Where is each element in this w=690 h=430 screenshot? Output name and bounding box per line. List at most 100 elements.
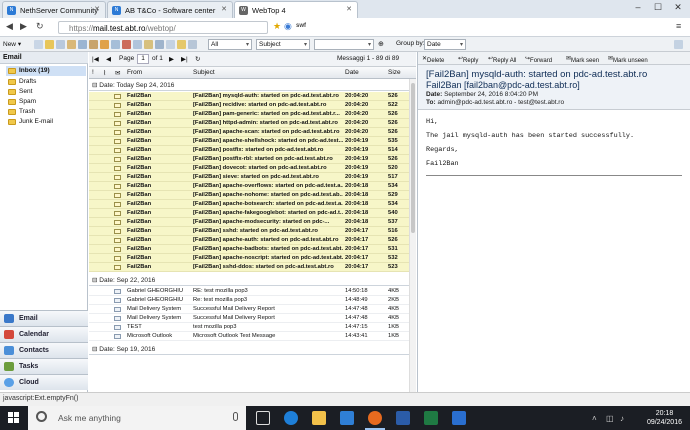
delete-icon[interactable]: [122, 40, 131, 49]
group-collapse-icon[interactable]: ⊟: [92, 346, 97, 353]
layout-icon[interactable]: [674, 40, 683, 49]
store-icon[interactable]: [340, 411, 354, 425]
group-by-select[interactable]: Date: [424, 39, 466, 50]
move-icon[interactable]: [67, 40, 76, 49]
group-header[interactable]: ⊟ Date: Sep 19, 2016: [89, 345, 416, 355]
priority-col-icon[interactable]: !: [92, 69, 94, 76]
table-row[interactable]: Fail2Ban [Fail2Ban] apache-shellshock: st…: [89, 137, 416, 146]
tab-close-icon[interactable]: ✕: [346, 5, 352, 13]
taskbar-search-input[interactable]: Ask me anything: [28, 406, 246, 430]
spam-icon[interactable]: [133, 40, 142, 49]
table-row[interactable]: Fail2Ban [Fail2Ban] apache-nohome: starte…: [89, 191, 416, 200]
star-icon[interactable]: [177, 40, 186, 49]
bookmark-star-icon[interactable]: ★: [273, 21, 281, 32]
file-explorer-icon[interactable]: [312, 411, 326, 425]
grid-scrollbar-thumb[interactable]: [411, 83, 415, 233]
close-window-icon[interactable]: ✕: [668, 2, 688, 13]
flag-icon[interactable]: [100, 40, 109, 49]
table-row[interactable]: Mail Delivery System Successful Mail Deli…: [89, 314, 416, 323]
task-view-icon[interactable]: [256, 411, 270, 425]
flash-extension-icon[interactable]: swf: [296, 23, 306, 29]
excel-icon[interactable]: [424, 411, 438, 425]
col-date[interactable]: Date: [345, 69, 359, 76]
group-header[interactable]: ⊟ Date: Sep 22, 2016: [89, 276, 416, 286]
first-page-icon[interactable]: |◀: [92, 55, 99, 63]
attachment-col-icon[interactable]: ⌇: [103, 69, 106, 77]
table-row[interactable]: Fail2Ban [Fail2Ban] apache-noscript: star…: [89, 254, 416, 263]
nav-cloud-button[interactable]: Cloud: [0, 374, 88, 390]
filter-all-select[interactable]: All: [208, 39, 252, 50]
new-button[interactable]: New ▾: [3, 40, 21, 48]
print-icon[interactable]: [56, 40, 65, 49]
table-row[interactable]: Mail Delivery System Successful Mail Deli…: [89, 305, 416, 314]
table-row[interactable]: Fail2Ban [Fail2Ban] apache-badbots: start…: [89, 245, 416, 254]
nav-tasks-button[interactable]: Tasks: [0, 358, 88, 374]
outlook-icon[interactable]: [452, 411, 466, 425]
volume-icon[interactable]: ♪: [620, 414, 624, 423]
delete-button[interactable]: ✕ Delete: [422, 55, 444, 64]
archive-icon[interactable]: [89, 40, 98, 49]
browser-tab-2[interactable]: W WebTop 4 ✕: [234, 1, 358, 18]
network-icon[interactable]: ◫: [606, 414, 614, 423]
taskbar-clock[interactable]: 20:18 09/24/2016: [647, 409, 682, 427]
folder-sent[interactable]: Sent: [6, 87, 86, 97]
table-row[interactable]: Fail2Ban [Fail2Ban] postfix: started on p…: [89, 146, 416, 155]
back-icon[interactable]: ◀: [6, 21, 13, 32]
shield-icon[interactable]: ◉: [284, 21, 292, 32]
microphone-icon[interactable]: [233, 412, 238, 421]
table-row[interactable]: Fail2Ban [Fail2Ban] httpd-admin: started …: [89, 119, 416, 128]
word-icon[interactable]: [396, 411, 410, 425]
table-row[interactable]: Fail2Ban [Fail2Ban] apache-botsearch: sta…: [89, 200, 416, 209]
tag-icon[interactable]: [111, 40, 120, 49]
settings-icon[interactable]: [166, 40, 175, 49]
tab-close-icon[interactable]: ✕: [94, 5, 100, 13]
last-page-icon[interactable]: ▶|: [181, 55, 188, 63]
search-text-input[interactable]: [314, 39, 374, 50]
table-row[interactable]: Fail2Ban [Fail2Ban] dovecot: started on p…: [89, 164, 416, 173]
folder-trash[interactable]: Trash: [6, 107, 86, 117]
reply-all-button[interactable]: ↩ Reply All: [488, 55, 516, 64]
table-row[interactable]: Fail2Ban [Fail2Ban] sshd: started on pdc-…: [89, 227, 416, 236]
grid-scrollbar[interactable]: [409, 79, 416, 392]
table-row[interactable]: Fail2Ban [Fail2Ban] apache-auth: started …: [89, 236, 416, 245]
copy-icon[interactable]: [78, 40, 87, 49]
view-icon[interactable]: [188, 40, 197, 49]
mark-unseen-button[interactable]: ✉ Mark unseen: [608, 55, 648, 64]
table-row[interactable]: Fail2Ban [Fail2Ban] mysqld-auth: started …: [89, 92, 416, 101]
edge-icon[interactable]: [284, 411, 298, 425]
browser-tab-1[interactable]: N AB T&Co - Software center ✕: [107, 1, 233, 18]
table-row[interactable]: Fail2Ban [Fail2Ban] apache-overflows: sta…: [89, 182, 416, 191]
filter-field-select[interactable]: Subject: [256, 39, 310, 50]
maximize-icon[interactable]: ☐: [648, 2, 668, 13]
table-row[interactable]: Fail2Ban [Fail2Ban] apache-scan: started …: [89, 128, 416, 137]
table-row[interactable]: Fail2Ban [Fail2Ban] sieve: started on pdc…: [89, 173, 416, 182]
group-collapse-icon[interactable]: ⊟: [92, 82, 97, 89]
search-icon[interactable]: [155, 40, 164, 49]
reply-button[interactable]: ↩ Reply: [458, 55, 478, 64]
url-input[interactable]: https://mail.test.abt.ro/webtop/: [58, 21, 268, 34]
mark-seen-button[interactable]: ✉ Mark seen: [566, 55, 599, 64]
next-page-icon[interactable]: ▶: [169, 55, 174, 63]
col-from[interactable]: From: [127, 69, 142, 76]
table-row[interactable]: Fail2Ban [Fail2Ban] apache-fakegooglebot:…: [89, 209, 416, 218]
folder-drafts[interactable]: Drafts: [6, 77, 86, 87]
prev-page-icon[interactable]: ◀: [106, 55, 111, 63]
table-row[interactable]: Fail2Ban [Fail2Ban] postfix-rbl: started …: [89, 155, 416, 164]
tab-close-icon[interactable]: ✕: [221, 5, 227, 13]
table-row[interactable]: TEST test mozilla pop3 14:47:15 1KB: [89, 323, 416, 332]
table-row[interactable]: Gabriel GHEORGHIU Re: test mozilla pop3 14…: [89, 296, 416, 305]
refresh-icon[interactable]: [34, 40, 43, 49]
col-subject[interactable]: Subject: [193, 69, 215, 76]
read-col-icon[interactable]: ✉: [115, 69, 120, 77]
group-collapse-icon[interactable]: ⊟: [92, 277, 97, 284]
table-row[interactable]: Fail2Ban [Fail2Ban] pam-generic: started …: [89, 110, 416, 119]
table-row[interactable]: Fail2Ban [Fail2Ban] apache-modsecurity: s…: [89, 218, 416, 227]
minimize-icon[interactable]: –: [628, 2, 648, 12]
firefox-icon[interactable]: [365, 411, 385, 430]
nav-email-button[interactable]: Email: [0, 310, 88, 326]
table-row[interactable]: Microsoft Outlook Microsoft Outlook Test …: [89, 332, 416, 341]
col-size[interactable]: Size: [388, 69, 401, 76]
menu-icon[interactable]: ≡: [676, 21, 681, 31]
page-number-input[interactable]: 1: [137, 54, 149, 64]
forward-button[interactable]: ↪ Forward: [525, 55, 552, 64]
